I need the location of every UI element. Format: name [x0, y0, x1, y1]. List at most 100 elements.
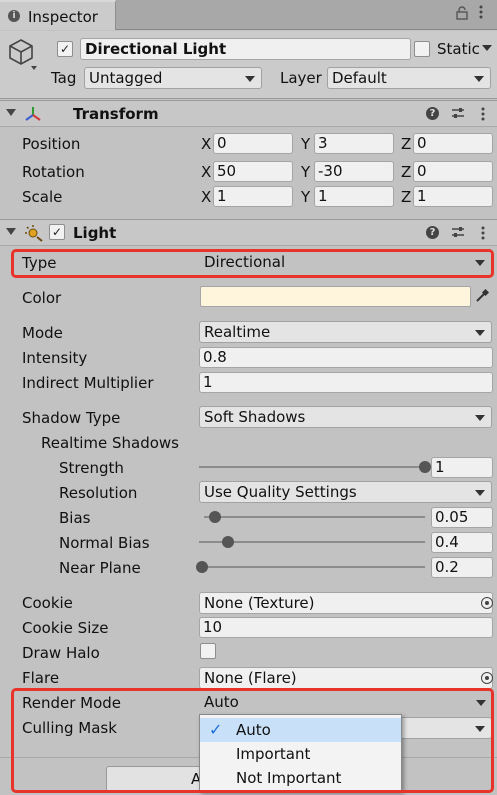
position-y-input[interactable]: 3 — [314, 133, 394, 154]
flare-value: None (Flare) — [204, 669, 297, 687]
light-title: Light — [73, 224, 117, 242]
cookie-size-input[interactable]: 10 — [199, 617, 493, 638]
strength-slider-handle[interactable] — [419, 461, 431, 473]
info-icon: i — [8, 10, 20, 22]
help-icon[interactable]: ? — [426, 107, 439, 120]
popup-option-auto[interactable]: ✓ Auto — [200, 718, 401, 742]
resolution-value: Use Quality Settings — [204, 483, 357, 501]
shadow-type-label: Shadow Type — [22, 409, 121, 427]
transform-header[interactable]: Transform ? — [0, 100, 497, 127]
strength-slider-track[interactable] — [199, 466, 425, 468]
light-header[interactable]: ✓ Light ? — [0, 219, 497, 246]
object-picker-icon[interactable] — [481, 597, 493, 609]
eyedropper-icon[interactable] — [474, 288, 490, 308]
scale-y-input[interactable]: 1 — [314, 186, 394, 207]
tab-label: Inspector — [28, 8, 98, 26]
kebab-menu-icon[interactable] — [480, 225, 486, 245]
flare-object-field[interactable]: None (Flare) — [199, 667, 493, 689]
color-swatch[interactable] — [200, 286, 471, 307]
draw-halo-checkbox[interactable] — [200, 643, 216, 659]
tab-inspector[interactable]: i Inspector — [0, 0, 116, 30]
help-icon[interactable]: ? — [426, 226, 439, 239]
draw-halo-label: Draw Halo — [22, 644, 100, 662]
preset-icon[interactable] — [451, 107, 465, 124]
chevron-down-icon — [245, 76, 255, 82]
cookie-size-label: Cookie Size — [22, 619, 109, 637]
bias-label: Bias — [59, 509, 91, 527]
kebab-menu-icon[interactable] — [478, 4, 484, 24]
bias-slider-track[interactable] — [204, 516, 425, 518]
scale-z-input[interactable]: 1 — [413, 186, 493, 207]
indirect-multiplier-input[interactable]: 1 — [199, 372, 493, 393]
chevron-down-icon — [475, 415, 485, 421]
light-enabled-checkbox[interactable]: ✓ — [49, 224, 65, 240]
layer-value: Default — [332, 69, 387, 87]
transform-title: Transform — [73, 105, 159, 123]
render-mode-dropdown[interactable]: Auto — [199, 692, 492, 714]
near-plane-slider-handle[interactable] — [196, 561, 208, 573]
chevron-down-icon — [475, 330, 485, 336]
foldout-arrow-icon[interactable] — [6, 228, 16, 235]
axis-z-label: Z — [401, 163, 412, 181]
bias-slider-handle[interactable] — [209, 511, 222, 523]
light-component-icon — [24, 224, 44, 246]
lock-icon[interactable] — [455, 6, 469, 24]
type-dropdown[interactable]: Directional — [199, 252, 491, 274]
resolution-dropdown[interactable]: Use Quality Settings — [199, 481, 492, 503]
position-x-input[interactable]: 0 — [213, 133, 293, 154]
tag-dropdown[interactable]: Untagged — [84, 67, 262, 89]
static-dropdown-arrow-icon[interactable] — [482, 45, 492, 51]
normal-bias-slider-handle[interactable] — [222, 536, 235, 548]
scale-x-input[interactable]: 1 — [213, 186, 293, 207]
strength-input[interactable]: 1 — [431, 457, 493, 478]
kebab-menu-icon[interactable] — [480, 106, 486, 126]
object-picker-icon[interactable] — [481, 672, 493, 684]
intensity-input[interactable]: 0.8 — [199, 347, 493, 368]
culling-mask-label: Culling Mask — [22, 719, 117, 737]
chevron-down-icon — [474, 76, 484, 82]
intensity-label: Intensity — [22, 349, 88, 367]
cookie-label: Cookie — [22, 594, 73, 612]
popup-option-label: Auto — [236, 721, 271, 739]
normal-bias-input[interactable]: 0.4 — [431, 532, 493, 553]
checkmark-icon: ✓ — [209, 720, 223, 739]
scale-label: Scale — [22, 188, 63, 206]
near-plane-slider-track[interactable] — [202, 566, 425, 568]
normal-bias-label: Normal Bias — [59, 534, 150, 552]
mode-dropdown[interactable]: Realtime — [199, 321, 492, 343]
bias-input[interactable]: 0.05 — [431, 507, 493, 528]
realtime-shadows-label: Realtime Shadows — [41, 434, 179, 452]
tag-value: Untagged — [89, 69, 163, 87]
foldout-arrow-icon[interactable] — [6, 109, 16, 116]
shadow-type-value: Soft Shadows — [204, 408, 306, 426]
near-plane-label: Near Plane — [59, 559, 141, 577]
static-checkbox[interactable] — [414, 41, 430, 57]
mode-value: Realtime — [204, 323, 271, 341]
active-checkbox[interactable]: ✓ — [57, 41, 73, 57]
popup-option-important[interactable]: Important — [200, 742, 401, 766]
position-z-input[interactable]: 0 — [413, 133, 493, 154]
render-mode-popup: ✓ Auto Important Not Important — [199, 714, 402, 792]
rotation-z-input[interactable]: 0 — [413, 161, 493, 182]
color-label: Color — [22, 289, 62, 307]
indirect-multiplier-label: Indirect Multiplier — [22, 374, 154, 392]
axis-x-label: X — [201, 188, 212, 206]
preset-icon[interactable] — [451, 226, 465, 243]
axis-y-label: Y — [301, 135, 311, 153]
near-plane-input[interactable]: 0.2 — [431, 557, 493, 578]
chevron-down-icon — [476, 700, 486, 706]
gameobject-cube-icon[interactable] — [7, 37, 37, 70]
render-mode-label: Render Mode — [22, 694, 122, 712]
cookie-object-field[interactable]: None (Texture) — [199, 592, 493, 614]
rotation-y-input[interactable]: -30 — [314, 161, 394, 182]
rotation-x-input[interactable]: 50 — [213, 161, 293, 182]
layer-dropdown[interactable]: Default — [327, 67, 491, 89]
popup-option-not-important[interactable]: Not Important — [200, 766, 401, 790]
shadow-type-dropdown[interactable]: Soft Shadows — [199, 406, 492, 428]
popup-option-label: Not Important — [236, 769, 342, 787]
axis-z-label: Z — [401, 135, 412, 153]
resolution-label: Resolution — [59, 484, 138, 502]
axis-y-label: Y — [301, 163, 311, 181]
axis-x-label: X — [201, 163, 212, 181]
gameobject-name-input[interactable]: Directional Light — [80, 38, 411, 60]
